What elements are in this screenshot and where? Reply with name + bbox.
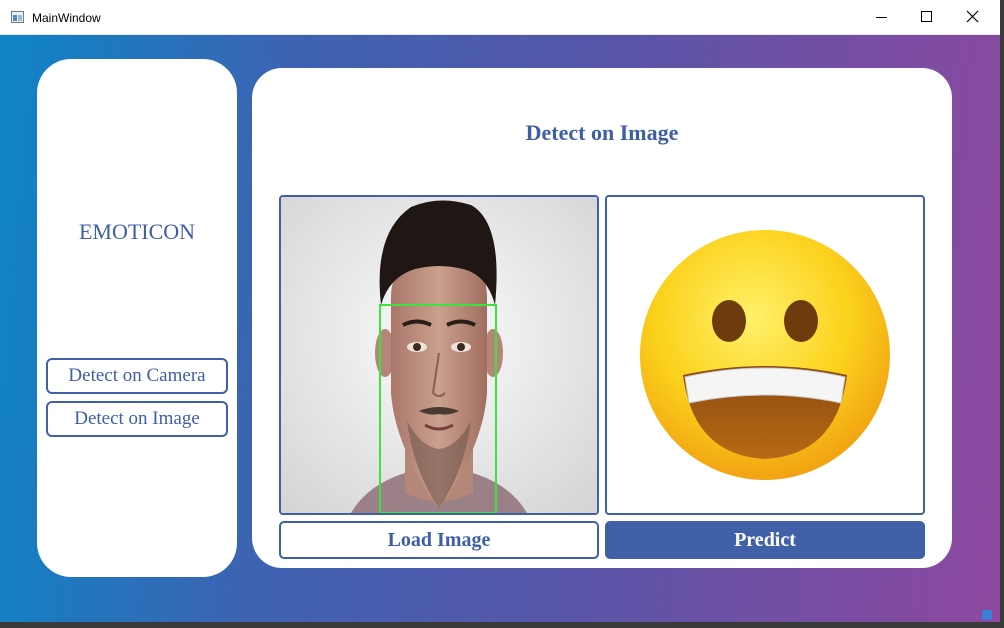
close-icon: [966, 10, 979, 23]
face-photo: [281, 197, 597, 513]
detect-on-image-button[interactable]: Detect on Image: [46, 401, 228, 437]
window-client-area: EMOTICON Detect on Camera Detect on Imag…: [0, 35, 1000, 622]
grinning-face-emoji-icon: [640, 230, 890, 480]
close-button[interactable]: [950, 0, 996, 34]
predict-button[interactable]: Predict: [605, 521, 925, 559]
maximize-icon: [921, 11, 932, 22]
size-grip: [982, 610, 992, 620]
load-image-button[interactable]: Load Image: [279, 521, 599, 559]
window-titlebar: MainWindow: [0, 0, 1000, 35]
prediction-output-panel: [605, 195, 925, 515]
sidebar: EMOTICON Detect on Camera Detect on Imag…: [37, 59, 237, 577]
minimize-button[interactable]: [859, 0, 905, 34]
input-image-panel: [279, 195, 599, 515]
main-panel: Detect on Image Load Image Predict: [252, 68, 952, 568]
app-brand-label: EMOTICON: [78, 219, 196, 244]
minimize-icon: [876, 17, 887, 18]
page-title: Detect on Image: [525, 120, 679, 145]
window-title: MainWindow: [32, 11, 101, 25]
app-window-icon: [11, 11, 24, 23]
detect-on-camera-button[interactable]: Detect on Camera: [46, 358, 228, 394]
maximize-button[interactable]: [904, 0, 950, 34]
